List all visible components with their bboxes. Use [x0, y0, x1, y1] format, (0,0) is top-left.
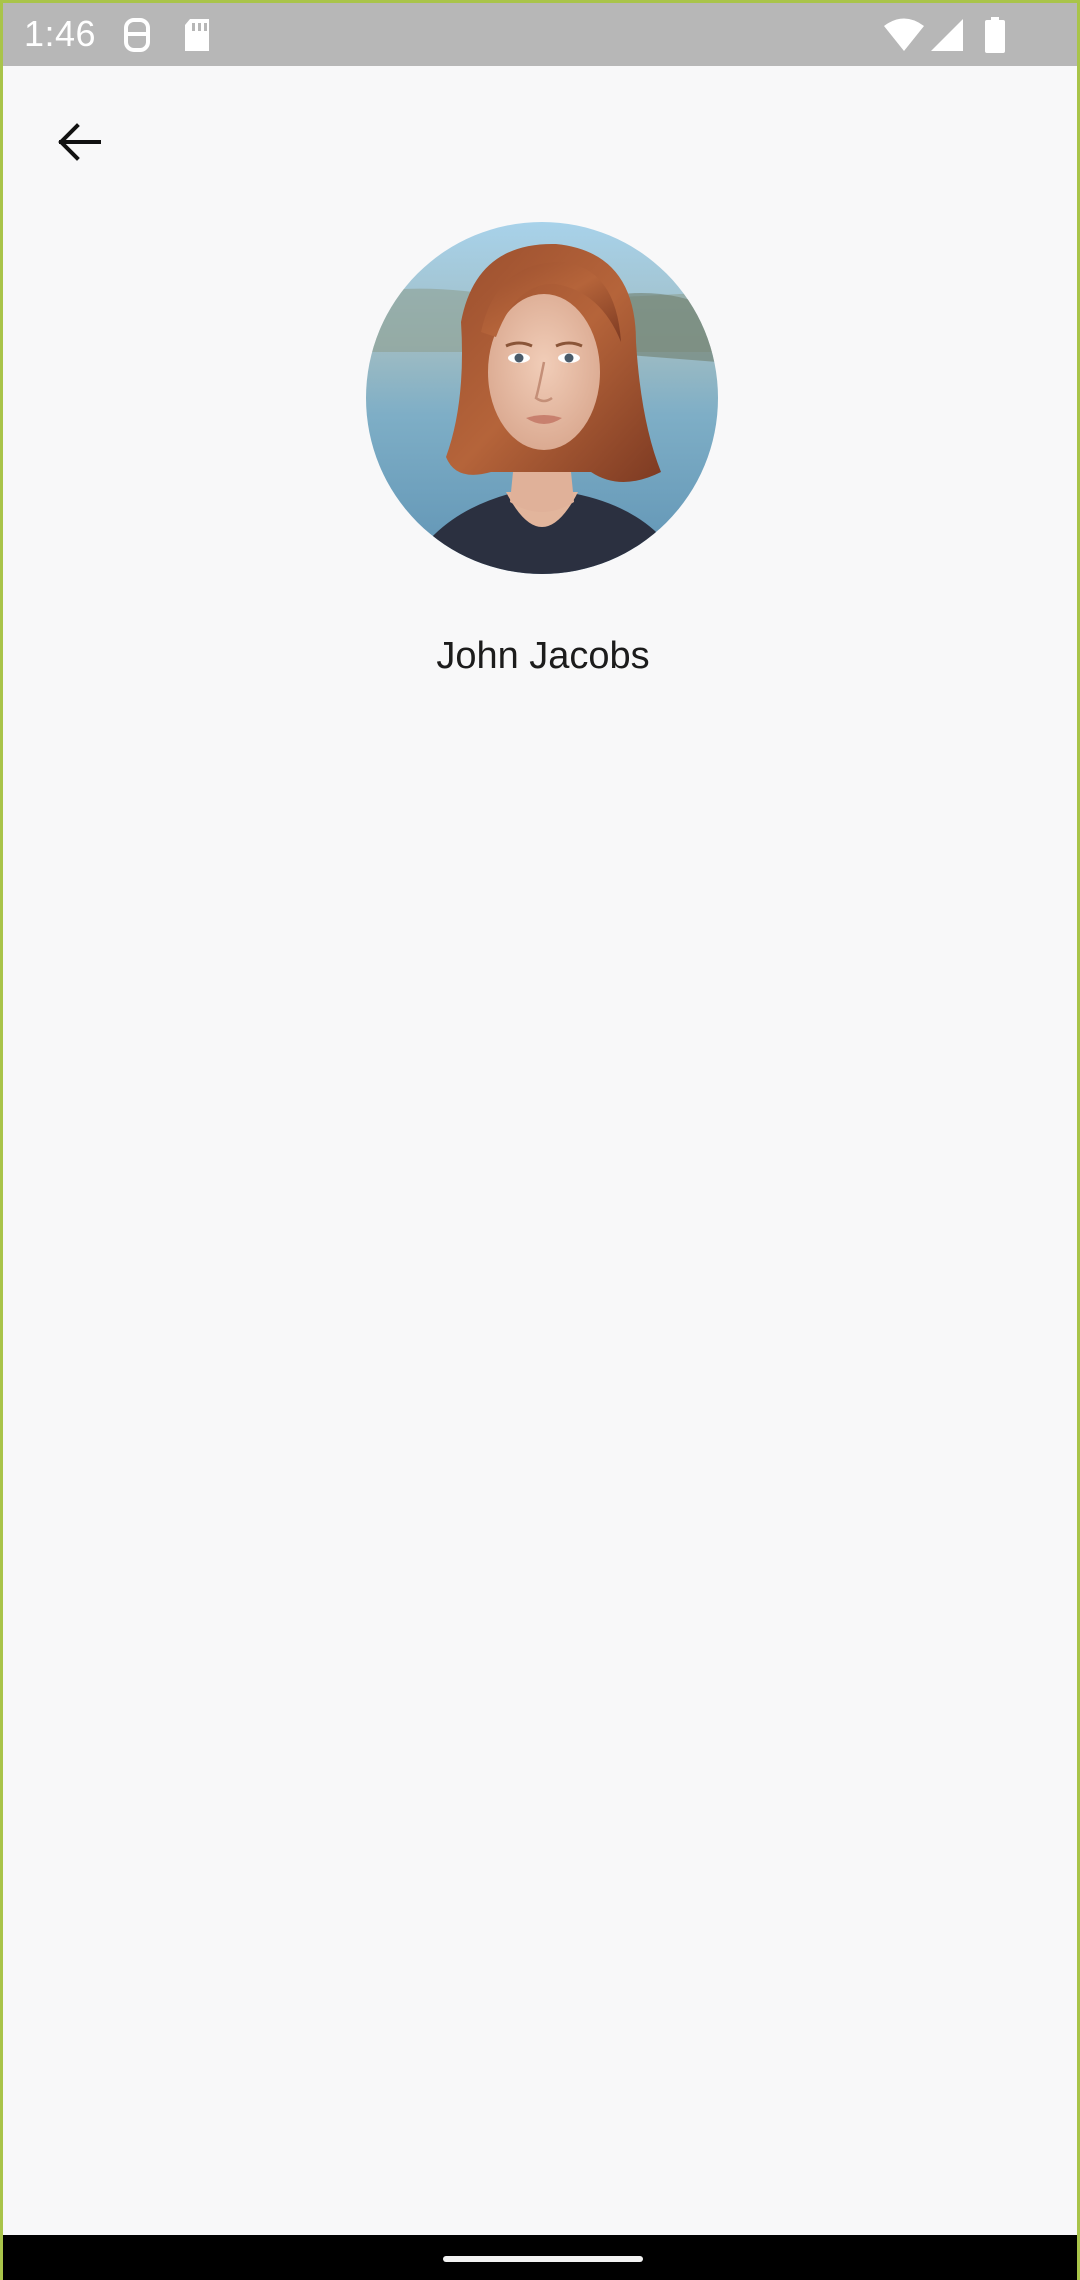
battery-icon	[984, 17, 1006, 53]
arrow-left-icon	[55, 118, 103, 171]
back-button[interactable]	[43, 108, 115, 180]
cellular-signal-icon	[930, 17, 964, 53]
navigation-bar	[3, 2235, 1077, 2280]
home-indicator[interactable]	[443, 2256, 643, 2262]
sd-card-icon	[181, 17, 213, 53]
profile-screen: 1:46 John Jacobs	[0, 0, 1080, 2280]
wifi-icon	[883, 17, 925, 53]
status-time: 1:46	[24, 13, 97, 54]
status-bar: 1:46	[3, 3, 1077, 66]
gallery-notification-icon	[121, 17, 153, 53]
profile-name: John Jacobs	[436, 635, 650, 677]
avatar	[366, 222, 718, 574]
